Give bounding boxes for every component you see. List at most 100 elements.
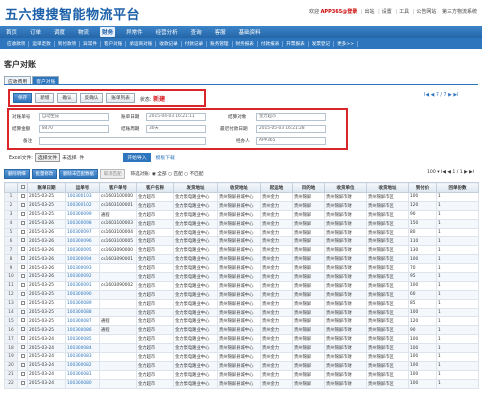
cancel-match-button[interactable]: 取消匹配 (99, 169, 126, 179)
col-waybill[interactable]: 运单号 (65, 182, 100, 193)
unconfirm-button[interactable]: 反确认 (79, 93, 104, 103)
grid-pager[interactable]: 100 ▾ I◀ ◀ 1 / 1 ▶ ▶I (427, 170, 474, 175)
row-checkbox[interactable] (17, 334, 28, 345)
row-checkbox[interactable] (17, 369, 28, 380)
amount-field[interactable]: 8470 (39, 125, 109, 133)
subnav-finance-report[interactable]: 财务报表 (233, 40, 258, 47)
table-row[interactable]: 7 2015-03-26 100300095 cs1603090000 金力超市 金力泵电… (4, 245, 479, 256)
table-row[interactable]: 3 2015-03-25 100300099 通程 金力超市 金力泵电路业中心 贵州锦屏县城… (4, 209, 479, 220)
tab-customer-reconcile[interactable]: 客户对账 (32, 76, 60, 85)
bill-list-button[interactable]: 账单列表 (106, 93, 135, 103)
nav-finance[interactable]: 财务 (100, 27, 116, 37)
table-row[interactable]: 15 2015-03-25 100300087 通程 金力超市 金力泵电路业中心 贵州锦屏县… (4, 316, 479, 327)
col-customer-no[interactable]: 客户单号 (99, 182, 137, 193)
table-row[interactable]: 10 2015-03-26 100300092 金力超市 金力泵电路业中心 贵州锦屏县城中… (4, 272, 479, 282)
cell-waybill[interactable]: 100300091 (65, 280, 100, 291)
nav-order[interactable]: 订单 (28, 27, 43, 37)
table-row[interactable]: 6 2015-03-26 100300096 cs1603100005 金力超市 金力泵电… (4, 236, 479, 247)
tab-receivable-fees[interactable]: 应收费用 (4, 76, 32, 85)
table-row[interactable]: 9 2015-03-26 100300093 金力超市 金力泵电路业中心 贵州锦屏县城中心… (4, 263, 479, 274)
new-button[interactable]: 新增 (35, 93, 55, 103)
row-checkbox[interactable] (17, 200, 28, 211)
cell-waybill[interactable]: 100300080 (65, 378, 100, 389)
nav-home[interactable]: 首页 (4, 27, 19, 37)
table-row[interactable]: 22 2015-03-24 100300080 金力超市 金力泵电路业中心 贵州锦屏县城中… (4, 378, 479, 389)
subnav-payments[interactable]: 付款记录 (182, 40, 208, 47)
cell-waybill[interactable]: 100300090 (65, 289, 100, 300)
confirm-button[interactable]: 确认 (57, 93, 77, 103)
nav-query[interactable]: 查询 (189, 27, 204, 37)
subnav-accounts[interactable]: 账务管理 (207, 40, 233, 47)
bill-no-field[interactable]: 自动生成 (39, 113, 109, 121)
handler-field[interactable]: APP365 (256, 137, 326, 145)
nav-exception[interactable]: 异常件 (124, 27, 145, 37)
col-origin[interactable]: 起运地 (260, 182, 293, 193)
cell-waybill[interactable]: 100300099 (65, 209, 100, 220)
table-row[interactable]: 19 2015-03-24 100300083 金力超市 金力泵电路业中心 贵州锦屏县城中… (4, 352, 479, 362)
row-checkbox[interactable] (17, 343, 28, 354)
filter-all-radio[interactable]: ◉ 全部 (152, 172, 167, 177)
subnav-more[interactable]: 更多>> (334, 40, 358, 47)
row-checkbox[interactable] (17, 289, 28, 300)
last-date-field[interactable]: 2015-05-03 16:21:28 (256, 125, 326, 133)
table-row[interactable]: 17 2015-03-24 100300085 金力超市 金力泵电路业中心 贵州锦屏县城中… (4, 334, 479, 345)
table-row[interactable]: 12 2015-03-25 100300090 金力超市 金力泵电路业中心 贵州锦屏县城中… (4, 289, 479, 300)
row-checkbox[interactable] (17, 218, 28, 229)
user-name[interactable]: APP365@登录 (321, 9, 358, 15)
template-download-link[interactable]: 模板下载 (156, 154, 175, 161)
cell-waybill[interactable]: 100300085 (65, 334, 100, 345)
subnav-invoice-report[interactable]: 开票报表 (283, 40, 309, 47)
nav-basic-data[interactable]: 基础资料 (237, 27, 263, 37)
row-checkbox[interactable] (17, 192, 28, 202)
batch-edit-button[interactable]: 批量修改 (31, 169, 58, 179)
table-row[interactable]: 8 2015-03-26 100300094 cs1603090001 金力超市 金力泵电… (4, 254, 479, 265)
col-select[interactable] (17, 182, 28, 193)
table-row[interactable]: 1 2015-03-25 100300103 cs1603100000 金力超市 金力泵电… (4, 192, 479, 202)
nav-dispatch[interactable]: 调度 (52, 27, 67, 37)
subnav-cod[interactable]: 到付款项 (55, 40, 81, 47)
period-field[interactable]: 30天 (146, 125, 206, 133)
subnav-receivable[interactable]: 应收款项 (4, 40, 30, 47)
cell-waybill[interactable]: 100300094 (65, 254, 100, 265)
filter-match-radio[interactable]: ○ 匹配 (168, 172, 183, 177)
cell-waybill[interactable]: 100300103 (65, 192, 100, 202)
cell-waybill[interactable]: 100300092 (65, 272, 100, 282)
record-pager[interactable]: I◀ ◀ 7 / 7 ▶ ▶I (424, 93, 458, 98)
cell-waybill[interactable]: 100300093 (65, 263, 100, 274)
row-checkbox[interactable] (17, 298, 28, 309)
nav-analysis[interactable]: 经营分析 (154, 27, 180, 37)
table-row[interactable]: 21 2015-03-24 100300081 金力超市 金力泵电路业中心 贵州锦屏县城中… (4, 369, 479, 380)
save-button[interactable]: 保存 (13, 93, 33, 103)
link-logout[interactable]: 出站 (364, 9, 374, 15)
cell-waybill[interactable]: 100300096 (65, 236, 100, 247)
target-field[interactable]: 金力超市 (256, 113, 326, 121)
table-row[interactable]: 14 2015-03-25 100300088 金力超市 金力泵电路业中心 贵州锦屏县城中… (4, 307, 479, 318)
row-checkbox[interactable] (17, 325, 28, 336)
row-checkbox[interactable] (17, 272, 28, 282)
choose-file-button[interactable]: 选择文件 (34, 153, 61, 162)
subnav-payment-report[interactable]: 付款报表 (258, 40, 284, 47)
row-checkbox[interactable] (17, 378, 28, 389)
table-row[interactable]: 20 2015-03-24 100300082 金力超市 金力泵电路业中心 贵州锦屏县城中… (4, 360, 479, 371)
table-row[interactable]: 5 2015-03-26 100300097 cs1603100004 金力超市 金力泵电… (4, 227, 479, 238)
subnav-waybill-payment[interactable]: 运单走款 (29, 40, 55, 47)
link-notice[interactable]: 公告网站 (416, 9, 436, 15)
cell-waybill[interactable]: 100300081 (65, 369, 100, 380)
col-receive-address[interactable]: 收货地址 (217, 182, 261, 193)
row-checkbox[interactable] (17, 263, 28, 274)
cell-waybill[interactable]: 100300102 (65, 200, 100, 211)
bill-date-field[interactable]: 2015-04-03 16:21:11 (146, 113, 206, 121)
row-checkbox[interactable] (17, 254, 28, 265)
filter-unmatch-radio[interactable]: ○ 不匹配 (184, 172, 203, 177)
col-destination[interactable]: 目的地 (292, 182, 325, 193)
table-row[interactable]: 13 2015-03-25 100300089 金力超市 金力泵电路业中心 贵州锦屏县城中… (4, 298, 479, 309)
cell-waybill[interactable]: 100300087 (65, 316, 100, 327)
col-ship-address[interactable]: 发货地址 (173, 182, 218, 193)
subnav-customer-reconcile[interactable]: 客户对账 (101, 40, 127, 47)
delete-detail-button[interactable]: 删除明细 (4, 169, 30, 179)
col-receipt-count[interactable]: 回单份数 (436, 182, 479, 193)
table-row[interactable]: 11 2015-03-25 100300091 cs1603090002 金力超市 金力泵… (4, 280, 479, 291)
row-checkbox[interactable] (17, 316, 28, 327)
link-tools[interactable]: 工具 (399, 9, 409, 15)
start-import-button[interactable]: 开始导入 (123, 153, 151, 162)
